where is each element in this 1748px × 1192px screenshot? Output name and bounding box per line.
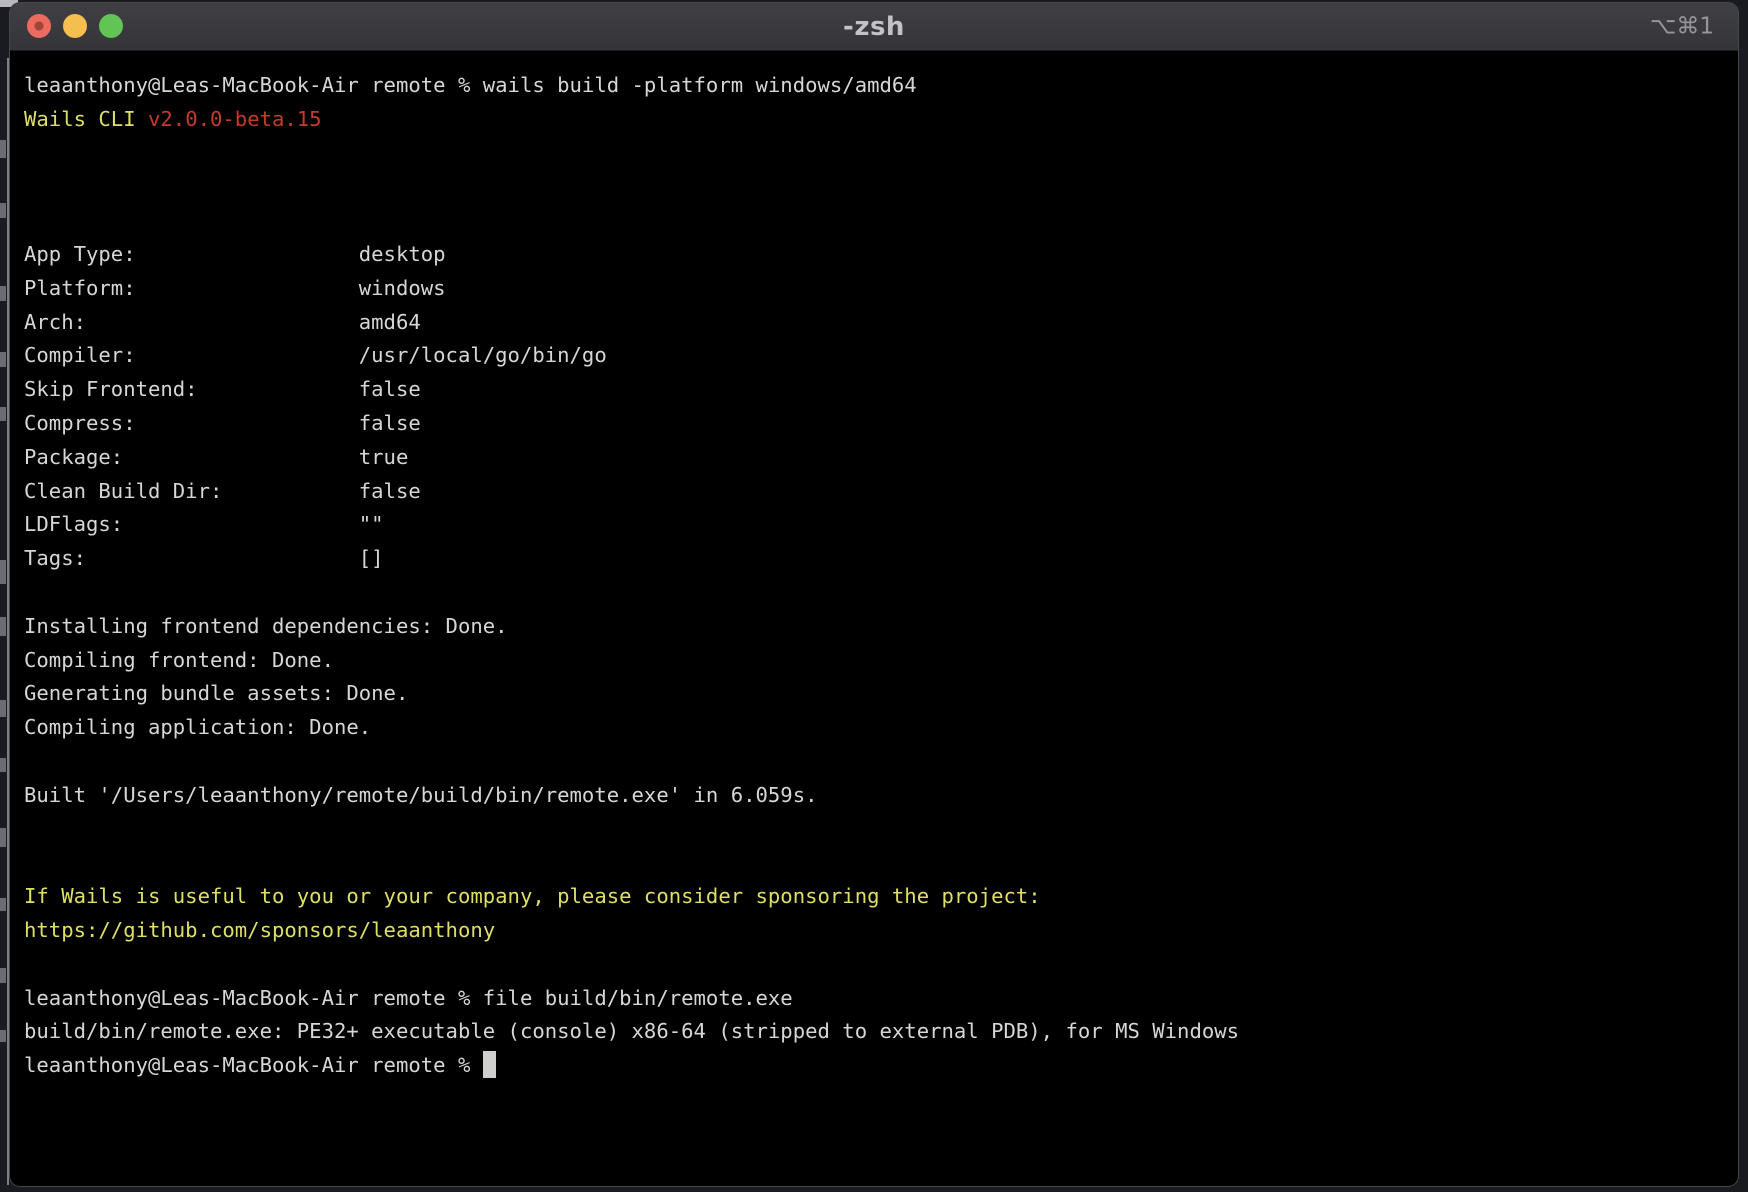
- window-titlebar[interactable]: -zsh ⌥⌘1: [10, 3, 1738, 51]
- config-row: App Type:desktop: [24, 238, 1738, 272]
- built-text: Built '/Users/leaanthony/remote/build/bi…: [24, 783, 818, 807]
- wails-cli-label: Wails CLI: [24, 107, 148, 131]
- terminal-line-blank: [24, 846, 1738, 880]
- config-label: Tags:: [24, 542, 359, 576]
- minimize-button[interactable]: [63, 14, 87, 38]
- terminal-screen[interactable]: leaanthony@Leas-MacBook-Air remote % wai…: [10, 51, 1738, 1083]
- config-row: Compiler:/usr/local/go/bin/go: [24, 339, 1738, 373]
- background-fragment: [0, 828, 6, 847]
- terminal-line-progress: Generating bundle assets: Done.: [24, 677, 1738, 711]
- background-fragment: [0, 968, 6, 983]
- zoom-button[interactable]: [99, 14, 123, 38]
- background-window-sliver: [0, 0, 10, 1192]
- config-label: Compiler:: [24, 339, 359, 373]
- traffic-lights: [27, 14, 123, 38]
- progress-text: Compiling frontend: Done.: [24, 648, 334, 672]
- terminal-line-blank: [24, 204, 1738, 238]
- config-label: Skip Frontend:: [24, 373, 359, 407]
- sponsor-url-link[interactable]: https://github.com/sponsors/leaanthony: [24, 918, 495, 942]
- terminal-line-blank: [24, 137, 1738, 171]
- config-value: true: [359, 445, 409, 469]
- background-fragment: [0, 560, 6, 584]
- terminal-line-file-output: build/bin/remote.exe: PE32+ executable (…: [24, 1015, 1738, 1049]
- terminal-line-progress: Installing frontend dependencies: Done.: [24, 610, 1738, 644]
- config-label: Platform:: [24, 272, 359, 306]
- progress-text: Generating bundle assets: Done.: [24, 681, 408, 705]
- terminal-line-blank: [24, 170, 1738, 204]
- sponsor-message: If Wails is useful to you or your compan…: [24, 884, 1041, 908]
- config-value: /usr/local/go/bin/go: [359, 343, 607, 367]
- background-fragment: [0, 286, 6, 301]
- window-shortcut-badge: ⌥⌘1: [1650, 13, 1714, 39]
- config-label: Package:: [24, 441, 359, 475]
- config-value: false: [359, 411, 421, 435]
- config-row: Skip Frontend:false: [24, 373, 1738, 407]
- terminal-line-banner: Wails CLI v2.0.0-beta.15: [24, 103, 1738, 137]
- background-fragment: [0, 700, 6, 717]
- background-window-edge: [7, 58, 9, 1185]
- background-fragment: [0, 898, 6, 911]
- prompt-text: leaanthony@Leas-MacBook-Air remote %: [24, 1053, 483, 1077]
- background-fragment: [0, 352, 6, 367]
- background-fragment: [0, 1030, 6, 1042]
- terminal-line-prompt[interactable]: leaanthony@Leas-MacBook-Air remote %: [24, 1049, 1738, 1083]
- background-fragment: [0, 407, 6, 421]
- config-value: "": [359, 512, 384, 536]
- progress-text: Installing frontend dependencies: Done.: [24, 614, 508, 638]
- close-button[interactable]: [27, 14, 51, 38]
- config-row: Package:true: [24, 441, 1738, 475]
- background-fragment: [0, 140, 6, 158]
- command-text: leaanthony@Leas-MacBook-Air remote % fil…: [24, 986, 793, 1010]
- window-title: -zsh: [843, 12, 905, 42]
- terminal-line-progress: Compiling frontend: Done.: [24, 644, 1738, 678]
- config-row: Clean Build Dir:false: [24, 475, 1738, 509]
- terminal-line-blank: [24, 576, 1738, 610]
- wails-version-label: v2.0.0-beta.15: [148, 107, 322, 131]
- terminal-line-progress: Compiling application: Done.: [24, 711, 1738, 745]
- config-value: []: [359, 546, 384, 570]
- config-label: Clean Build Dir:: [24, 475, 359, 509]
- config-label: LDFlags:: [24, 508, 359, 542]
- terminal-line-sponsor-url: https://github.com/sponsors/leaanthony: [24, 914, 1738, 948]
- terminal-line-command1: leaanthony@Leas-MacBook-Air remote % wai…: [24, 69, 1738, 103]
- terminal-line-command2: leaanthony@Leas-MacBook-Air remote % fil…: [24, 982, 1738, 1016]
- config-value: windows: [359, 276, 446, 300]
- config-value: false: [359, 377, 421, 401]
- terminal-cursor[interactable]: [483, 1051, 496, 1078]
- terminal-window: -zsh ⌥⌘1 leaanthony@Leas-MacBook-Air rem…: [10, 3, 1738, 1186]
- progress-text: Compiling application: Done.: [24, 715, 371, 739]
- config-row: Platform:windows: [24, 272, 1738, 306]
- terminal-line-built: Built '/Users/leaanthony/remote/build/bi…: [24, 779, 1738, 813]
- terminal-line-blank: [24, 813, 1738, 847]
- terminal-line-sponsor-message: If Wails is useful to you or your compan…: [24, 880, 1738, 914]
- config-row: Tags:[]: [24, 542, 1738, 576]
- config-row: LDFlags:"": [24, 508, 1738, 542]
- config-label: Arch:: [24, 306, 359, 340]
- background-fragment: [0, 758, 6, 772]
- terminal-line-blank: [24, 948, 1738, 982]
- config-row: Compress:false: [24, 407, 1738, 441]
- background-fragment: [0, 617, 6, 636]
- config-value: desktop: [359, 242, 446, 266]
- config-row: Arch:amd64: [24, 306, 1738, 340]
- background-fragment: [0, 203, 6, 218]
- file-output-text: build/bin/remote.exe: PE32+ executable (…: [24, 1019, 1239, 1043]
- command-text: leaanthony@Leas-MacBook-Air remote % wai…: [24, 73, 917, 97]
- config-value: amd64: [359, 310, 421, 334]
- config-label: App Type:: [24, 238, 359, 272]
- config-label: Compress:: [24, 407, 359, 441]
- terminal-line-blank: [24, 745, 1738, 779]
- config-value: false: [359, 479, 421, 503]
